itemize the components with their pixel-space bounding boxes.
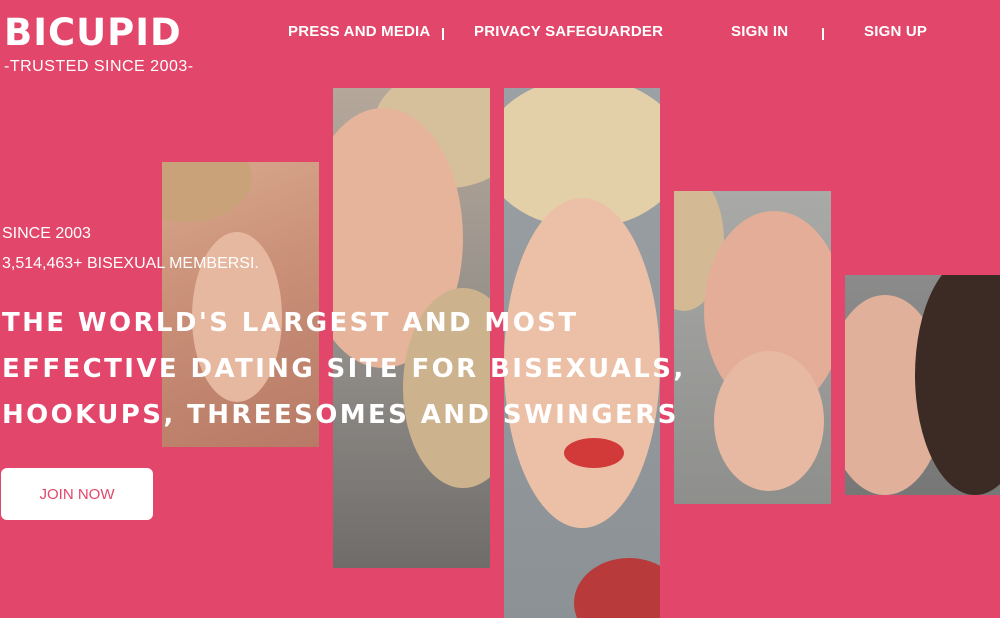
nav-press-link[interactable]: PRESS AND MEDIA — [288, 23, 430, 40]
brand-name: BICUPID — [4, 11, 182, 54]
nav-sign-in-link[interactable]: SIGN IN — [731, 23, 788, 40]
hero-headline-line: THE WORLD'S LARGEST AND MOST — [2, 308, 579, 338]
hero-headline: THE WORLD'S LARGEST AND MOST EFFECTIVE D… — [2, 300, 686, 438]
nav-privacy-link[interactable]: PRIVACY SAFEGUARDER — [474, 23, 663, 40]
brand-logo[interactable]: BICUPID -TRUSTED SINCE 2003- — [4, 10, 194, 76]
hero-headline-line: HOOKUPS, THREESOMES AND SWINGERS — [2, 400, 679, 430]
hero-photo-strip-4 — [674, 191, 831, 504]
nav-separator — [442, 28, 444, 40]
brand-tagline: -TRUSTED SINCE 2003- — [4, 58, 194, 75]
hero-headline-line: EFFECTIVE DATING SITE FOR BISEXUALS, — [2, 354, 686, 384]
join-now-button[interactable]: JOIN NOW — [1, 468, 153, 520]
hero-since-text: SINCE 2003 — [2, 225, 91, 242]
nav-separator — [822, 28, 824, 40]
nav-sign-up-link[interactable]: SIGN UP — [864, 23, 927, 40]
hero-member-count: 3,514,463+ BISEXUAL MEMBERSI. — [2, 255, 259, 272]
hero-photo-strip-5 — [845, 275, 1000, 495]
